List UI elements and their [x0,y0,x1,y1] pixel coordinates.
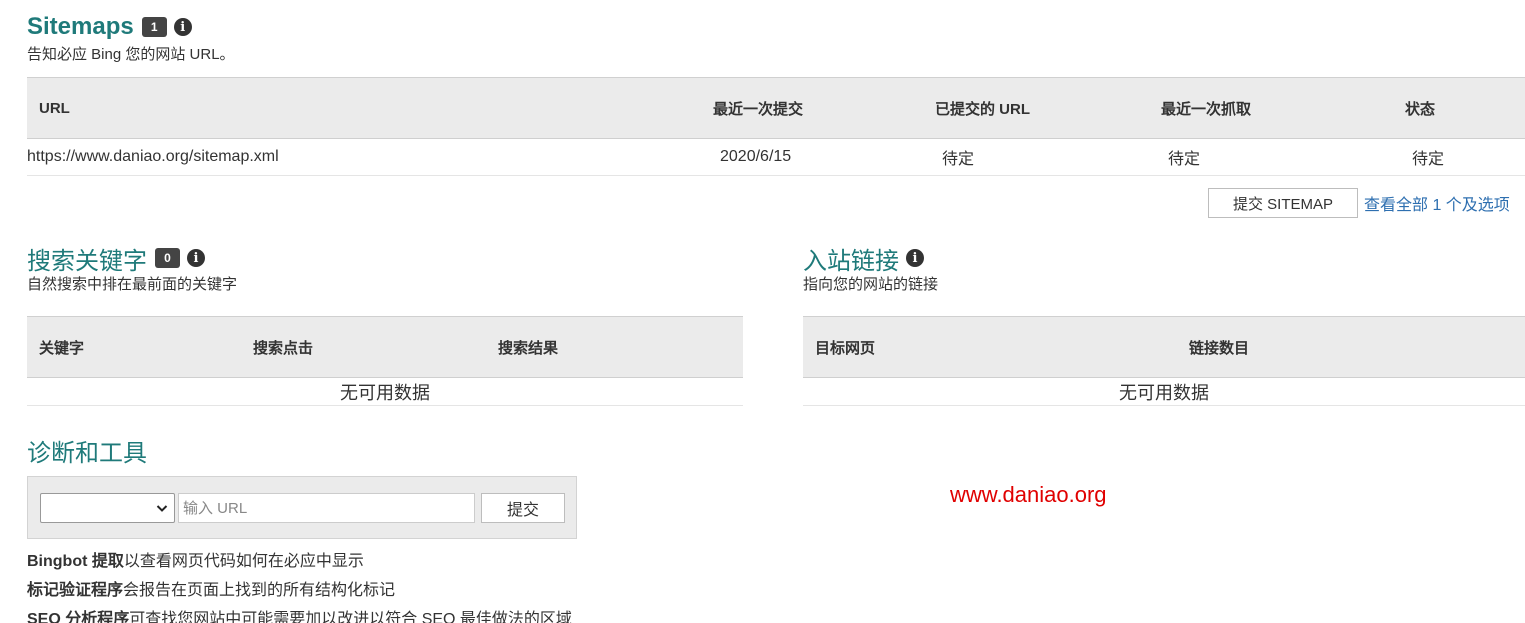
tool-select[interactable] [40,492,175,523]
view-all-link[interactable]: 查看全部 1 个及选项 [1364,191,1510,215]
inbound-subtitle: 指向您的网站的链接 [803,276,939,293]
search-keywords-section: 搜索关键字 0 i 自然搜索中排在最前面的关键字 关键字 搜索点击 搜索结果 无… [27,243,743,406]
sitemaps-heading: Sitemaps 1 i [27,12,1525,42]
keywords-subtitle: 自然搜索中排在最前面的关键字 [27,276,238,293]
inbound-heading: 入站链接 i [803,243,1525,275]
list-item: SEO 分析程序可查找您网站中可能需要加以改进以符合 SEO 最佳做法的区域 [27,605,627,623]
tool-description: 以查看网页代码如何在必应中显示 [123,553,364,570]
url-input[interactable]: 输入 URL [178,492,475,523]
sitemap-status-cell: 待定 [1405,138,1525,176]
empty-state-text: 无可用数据 [803,377,1525,406]
empty-state-text: 无可用数据 [27,377,743,406]
keywords-count-badge: 0 [155,248,180,268]
info-icon[interactable]: i [173,18,192,36]
table-row: https://www.daniao.org/sitemap.xml 2020/… [27,138,1525,176]
keywords-heading: 搜索关键字 0 i [27,243,743,275]
diagnostics-tools-section: 诊断和工具 输入 URL 提交 Bingbot 提取以查看网页代码如何在必应中显… [27,433,627,623]
url-input-placeholder: 输入 URL [183,500,248,517]
table-header-row: 关键字 搜索点击 搜索结果 [27,316,743,378]
keywords-table: 关键字 搜索点击 搜索结果 无可用数据 [27,316,743,406]
tool-form: 输入 URL 提交 [27,476,577,539]
table-header-row: URL 最近一次提交 已提交的 URL 最近一次抓取 状态 [27,77,1525,139]
tools-title: 诊断和工具 [27,440,147,467]
column-header-link-count[interactable]: 链接数目 [1177,316,1525,378]
column-header-last-crawled[interactable]: 最近一次抓取 [1161,77,1405,139]
tool-description: 可查找您网站中可能需要加以改进以符合 SEO 最佳做法的区域 [129,611,572,623]
sitemaps-table: URL 最近一次提交 已提交的 URL 最近一次抓取 状态 https://ww… [27,77,1525,176]
column-header-submitted-urls[interactable]: 已提交的 URL [935,77,1161,139]
tool-submit-button[interactable]: 提交 [481,492,565,523]
sitemaps-subtitle: 告知必应 Bing 您的网站 URL。 [27,46,235,63]
column-header-search-clicks[interactable]: 搜索点击 [241,316,486,378]
list-item: Bingbot 提取以查看网页代码如何在必应中显示 [27,547,627,576]
sitemaps-actions: 提交 SITEMAP 查看全部 1 个及选项 [1208,188,1510,218]
sitemaps-title: Sitemaps [27,13,134,40]
tool-name-link[interactable]: Bingbot 提取 [27,553,124,570]
column-header-last-submitted[interactable]: 最近一次提交 [713,77,935,139]
inbound-title: 入站链接 [803,247,899,275]
info-icon[interactable]: i [906,249,924,267]
keywords-title: 搜索关键字 [27,247,147,275]
sitemap-submitted-urls-cell: 待定 [935,138,1161,176]
watermark: www.daniao.org [950,482,1107,507]
column-header-keyword[interactable]: 关键字 [27,316,241,378]
tool-description: 会报告在页面上找到的所有结构化标记 [123,582,396,599]
sitemaps-section: Sitemaps 1 i 告知必应 Bing 您的网站 URL。 [27,12,1525,64]
sitemap-url-cell[interactable]: https://www.daniao.org/sitemap.xml [27,138,713,176]
column-header-target-page[interactable]: 目标网页 [803,316,1177,378]
sitemap-last-submitted-cell: 2020/6/15 [713,138,935,176]
table-row: 无可用数据 [27,377,743,406]
sitemaps-count-badge: 1 [141,17,167,37]
tools-description-list: Bingbot 提取以查看网页代码如何在必应中显示 标记验证程序会报告在页面上找… [27,547,627,623]
column-header-url[interactable]: URL [27,77,713,139]
sitemap-last-crawled-cell: 待定 [1161,138,1405,176]
table-row: 无可用数据 [803,377,1525,406]
submit-sitemap-button[interactable]: 提交 SITEMAP [1208,188,1359,218]
list-item: 标记验证程序会报告在页面上找到的所有结构化标记 [27,576,627,605]
inbound-links-section: 入站链接 i 指向您的网站的链接 目标网页 链接数目 无可用数据 [803,243,1525,406]
table-header-row: 目标网页 链接数目 [803,316,1525,378]
column-header-status[interactable]: 状态 [1405,77,1525,139]
tool-name-link[interactable]: SEO 分析程序 [27,611,129,623]
info-icon[interactable]: i [187,249,205,267]
chevron-down-icon [156,504,168,512]
tool-name-link[interactable]: 标记验证程序 [27,582,123,599]
column-header-search-results[interactable]: 搜索结果 [486,316,743,378]
inbound-links-table: 目标网页 链接数目 无可用数据 [803,316,1525,406]
